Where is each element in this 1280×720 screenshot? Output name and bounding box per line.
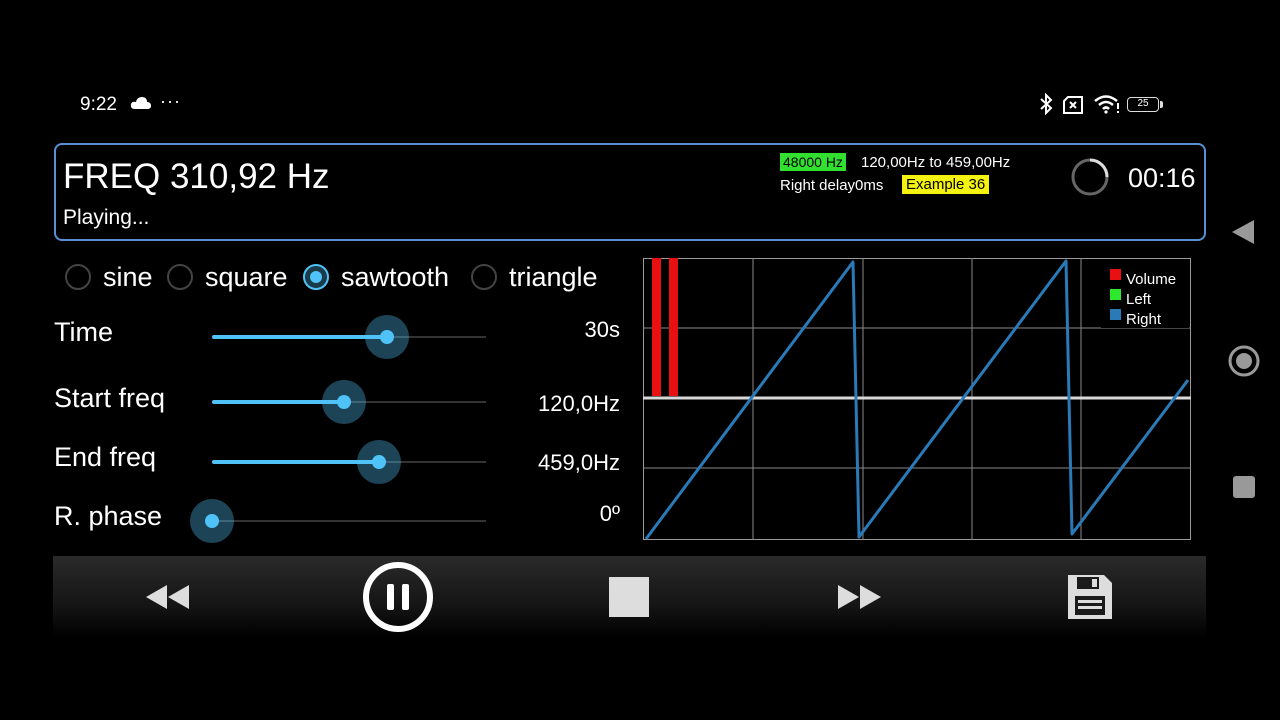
example-badge[interactable]: Example 36 (902, 175, 990, 194)
time-slider-fill (212, 335, 388, 339)
time-slider[interactable] (212, 315, 486, 359)
rewind-icon (146, 585, 189, 609)
radio-square[interactable] (167, 264, 193, 290)
legend-volume: Volume (1126, 271, 1176, 288)
time-value: 30s (584, 317, 620, 342)
r-phase-value: 0º (599, 501, 620, 526)
save-icon (1068, 575, 1112, 619)
rewind-button[interactable] (113, 556, 223, 638)
fast-forward-button[interactable] (804, 556, 914, 638)
fast-forward-icon (838, 585, 881, 609)
home-icon[interactable] (1228, 345, 1260, 377)
battery-tip (1160, 101, 1163, 108)
legend-volume-swatch (1110, 269, 1121, 280)
no-sim-icon (1063, 96, 1083, 114)
sample-rate-badge: 48000 Hz (780, 153, 846, 171)
wifi-icon (1094, 95, 1119, 114)
legend-right-swatch (1110, 309, 1121, 320)
start-freq-value: 120,0Hz (538, 391, 620, 416)
stop-button[interactable] (574, 556, 684, 638)
waveform-graph: Volume Left Right (643, 258, 1191, 540)
start-freq-slider-thumb[interactable] (321, 380, 366, 424)
radio-triangle[interactable] (471, 264, 497, 290)
radio-label-sawtooth[interactable]: sawtooth (341, 262, 449, 293)
radio-label-square[interactable]: square (205, 262, 288, 293)
r-phase-label: R. phase (54, 501, 163, 531)
radio-label-triangle[interactable]: triangle (509, 262, 598, 293)
battery-icon: 25 (1127, 97, 1159, 112)
frequency-range: 120,00Hz to 459,00Hz (861, 154, 1011, 171)
time-slider-thumb[interactable] (365, 315, 410, 359)
right-delay: Right delay0ms (780, 177, 884, 194)
back-icon[interactable] (1230, 218, 1258, 246)
radio-sawtooth[interactable] (303, 264, 329, 290)
r-phase-slider[interactable] (190, 499, 486, 543)
save-button[interactable] (1035, 556, 1145, 638)
r-phase-slider-thumb[interactable] (190, 499, 234, 543)
volume-bar (652, 258, 661, 396)
end-freq-value: 459,0Hz (538, 450, 620, 475)
end-freq-slider-fill (212, 460, 380, 464)
time-label: Time (54, 317, 113, 347)
stop-icon (609, 577, 649, 617)
cloud-icon (130, 97, 151, 109)
frequency-readout: FREQ 310,92 Hz (63, 157, 330, 196)
status-time: 9:22 (80, 94, 117, 115)
progress-spinner-icon (1071, 158, 1109, 196)
legend-left: Left (1126, 291, 1152, 308)
playback-status: Playing... (63, 206, 150, 229)
radio-label-sine[interactable]: sine (103, 262, 153, 293)
volume-bar (669, 258, 678, 396)
legend-right: Right (1126, 311, 1162, 328)
recents-icon[interactable] (1233, 476, 1255, 498)
end-freq-slider[interactable] (212, 440, 486, 484)
start-freq-label: Start freq (54, 383, 166, 413)
start-freq-slider[interactable] (212, 380, 486, 424)
bluetooth-icon (1040, 93, 1053, 115)
more-icon: ··· (160, 91, 181, 111)
end-freq-label: End freq (54, 442, 157, 472)
pause-icon (363, 562, 433, 632)
elapsed-time: 00:16 (1128, 163, 1196, 193)
pause-button[interactable] (343, 556, 453, 638)
transport-bar (53, 556, 1206, 638)
legend-left-swatch (1110, 289, 1121, 300)
radio-sine[interactable] (65, 264, 91, 290)
end-freq-slider-thumb[interactable] (357, 440, 402, 484)
